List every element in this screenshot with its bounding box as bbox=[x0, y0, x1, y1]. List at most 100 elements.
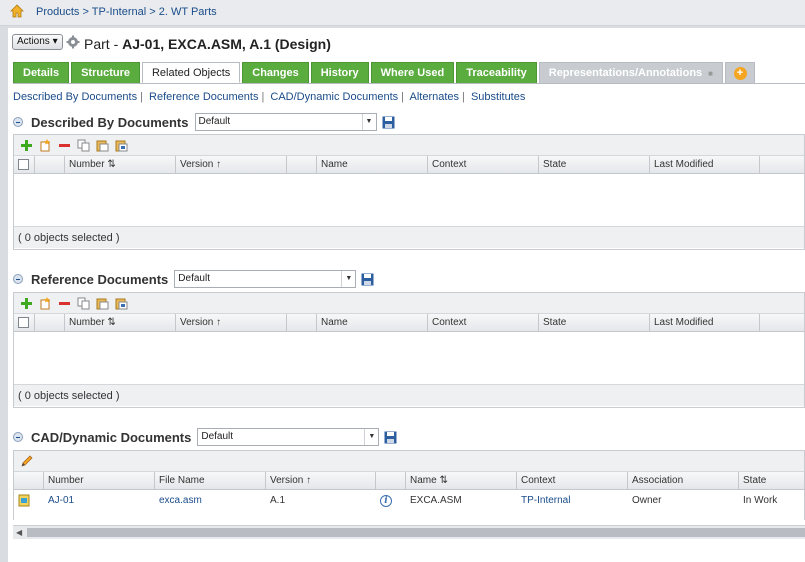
tab-traceability[interactable]: Traceability bbox=[456, 62, 537, 83]
new-document-icon[interactable] bbox=[39, 138, 52, 152]
link-reference-documents[interactable]: Reference Documents bbox=[149, 91, 258, 103]
tab-structure[interactable]: Structure bbox=[71, 62, 140, 83]
collapse-icon[interactable] bbox=[13, 432, 23, 442]
column-last-modified[interactable]: Last Modified bbox=[650, 156, 760, 174]
select-all-checkbox[interactable] bbox=[18, 317, 29, 328]
sort-icon: ⇅ bbox=[107, 159, 116, 170]
column-context[interactable]: Context bbox=[428, 156, 539, 174]
horizontal-scrollbar[interactable]: ◀ bbox=[13, 525, 805, 539]
link-substitutes[interactable]: Substitutes bbox=[471, 91, 525, 103]
tab-related-objects[interactable]: Related Objects bbox=[141, 62, 241, 83]
tab-details[interactable]: Details bbox=[13, 62, 70, 83]
related-objects-nav: Described By Documents | Reference Docume… bbox=[13, 91, 525, 103]
remove-icon[interactable] bbox=[58, 139, 71, 152]
cell-number[interactable]: AJ-01 bbox=[48, 495, 74, 506]
page-title: Part - AJ-01, EXCA.ASM, A.1 (Design) bbox=[84, 36, 331, 52]
save-icon[interactable] bbox=[382, 116, 395, 129]
paste-icon[interactable] bbox=[96, 139, 109, 152]
column-version[interactable]: Version ↑ bbox=[176, 314, 287, 332]
tab-where-used[interactable]: Where Used bbox=[370, 62, 455, 83]
column-label: Context bbox=[432, 159, 467, 170]
new-document-icon[interactable] bbox=[39, 296, 52, 310]
add-tab-button[interactable]: + bbox=[725, 62, 755, 83]
column-state[interactable]: State bbox=[539, 156, 650, 174]
breadcrumb-tp-internal[interactable]: TP-Internal bbox=[92, 6, 146, 18]
column-number[interactable]: Number ⇅ bbox=[65, 314, 176, 332]
close-icon[interactable]: ■ bbox=[708, 63, 713, 84]
add-icon[interactable] bbox=[20, 297, 33, 310]
table-toolbar bbox=[14, 135, 804, 156]
tab-representations-annotations[interactable]: Representations/Annotations ■ bbox=[538, 62, 723, 84]
column-name[interactable]: Name bbox=[317, 314, 428, 332]
table-header: Number ⇅ Version ↑ Name Context State La… bbox=[14, 156, 804, 174]
link-cad-dynamic-documents[interactable]: CAD/Dynamic Documents bbox=[270, 91, 398, 103]
table-row[interactable]: AJ-01 exca.asm A.1 i EXCA.ASM TP-Interna… bbox=[14, 490, 804, 512]
actions-button[interactable]: Actions ▾ bbox=[12, 34, 63, 50]
cell-state: In Work bbox=[743, 495, 778, 506]
title-main: AJ-01, EXCA.ASM, A.1 (Design) bbox=[122, 36, 331, 52]
table-toolbar bbox=[14, 293, 804, 314]
chevron-down-icon: ▾ bbox=[52, 36, 58, 47]
collapse-icon[interactable] bbox=[13, 117, 23, 127]
sort-up-icon: ↑ bbox=[216, 317, 222, 328]
edit-pencil-icon[interactable] bbox=[20, 455, 33, 468]
column-version[interactable]: Version ↑ bbox=[176, 156, 287, 174]
save-icon[interactable] bbox=[384, 431, 397, 444]
section-header-cad-dynamic: CAD/Dynamic Documents Default ▼ bbox=[13, 427, 397, 447]
view-select[interactable]: Default ▼ bbox=[194, 113, 377, 131]
scroll-left-icon[interactable]: ◀ bbox=[16, 528, 22, 537]
tab-history[interactable]: History bbox=[310, 62, 369, 83]
column-association[interactable]: Association bbox=[628, 472, 739, 490]
cell-context[interactable]: TP-Internal bbox=[521, 495, 570, 506]
view-select-value: Default bbox=[201, 431, 234, 442]
column-name[interactable]: Name bbox=[317, 156, 428, 174]
select-all-checkbox[interactable] bbox=[18, 159, 29, 170]
column-state[interactable]: State bbox=[739, 472, 805, 490]
column-version[interactable]: Version ↑ bbox=[266, 472, 376, 490]
column-state[interactable]: State bbox=[539, 314, 650, 332]
breadcrumb-products[interactable]: Products bbox=[36, 6, 79, 18]
view-select[interactable]: Default ▼ bbox=[197, 428, 380, 446]
plus-icon: + bbox=[733, 66, 747, 80]
column-number[interactable]: Number ⇅ bbox=[65, 156, 176, 174]
remove-icon[interactable] bbox=[58, 297, 71, 310]
column-name[interactable]: Name ⇅ bbox=[406, 472, 517, 490]
save-icon[interactable] bbox=[361, 273, 374, 286]
column-last-modified[interactable]: Last Modified bbox=[650, 314, 760, 332]
breadcrumb-wt-parts[interactable]: 2. WT Parts bbox=[159, 6, 217, 18]
add-icon[interactable] bbox=[20, 139, 33, 152]
cell-file-name[interactable]: exca.asm bbox=[159, 495, 202, 506]
column-file-name[interactable]: File Name bbox=[155, 472, 266, 490]
info-icon[interactable]: i bbox=[380, 495, 392, 507]
column-context[interactable]: Context bbox=[428, 314, 539, 332]
section-header-reference: Reference Documents Default ▼ bbox=[13, 269, 374, 289]
link-described-by-documents[interactable]: Described By Documents bbox=[13, 91, 137, 103]
home-icon[interactable] bbox=[10, 4, 24, 18]
sort-icon: ⇅ bbox=[107, 317, 116, 328]
column-label: Number bbox=[69, 317, 105, 328]
link-alternates[interactable]: Alternates bbox=[409, 91, 459, 103]
tab-representations-label: Representations/Annotations bbox=[548, 66, 703, 79]
breadcrumb-separator: > bbox=[82, 6, 89, 18]
column-context[interactable]: Context bbox=[517, 472, 628, 490]
paste-select-icon[interactable] bbox=[115, 297, 128, 310]
section-header-described-by: Described By Documents Default ▼ bbox=[13, 112, 395, 132]
copy-icon[interactable] bbox=[77, 139, 90, 152]
column-blank bbox=[287, 314, 317, 332]
select-all-cell bbox=[14, 156, 35, 174]
view-select[interactable]: Default ▼ bbox=[174, 270, 357, 288]
dropdown-arrow-icon: ▼ bbox=[361, 114, 376, 130]
collapse-icon[interactable] bbox=[13, 274, 23, 284]
column-label: Name bbox=[410, 475, 437, 486]
tab-changes[interactable]: Changes bbox=[242, 62, 309, 83]
cad-dynamic-table: Number File Name Version ↑ Name ⇅ Contex… bbox=[13, 450, 805, 520]
column-number[interactable]: Number bbox=[44, 472, 155, 490]
selection-status: ( 0 objects selected ) bbox=[14, 226, 804, 248]
column-label: Number bbox=[48, 475, 84, 486]
paste-select-icon[interactable] bbox=[115, 139, 128, 152]
paste-icon[interactable] bbox=[96, 297, 109, 310]
copy-icon[interactable] bbox=[77, 297, 90, 310]
section-title: CAD/Dynamic Documents bbox=[31, 429, 192, 445]
tab-divider bbox=[13, 83, 805, 84]
scrollbar-thumb[interactable] bbox=[27, 528, 805, 537]
